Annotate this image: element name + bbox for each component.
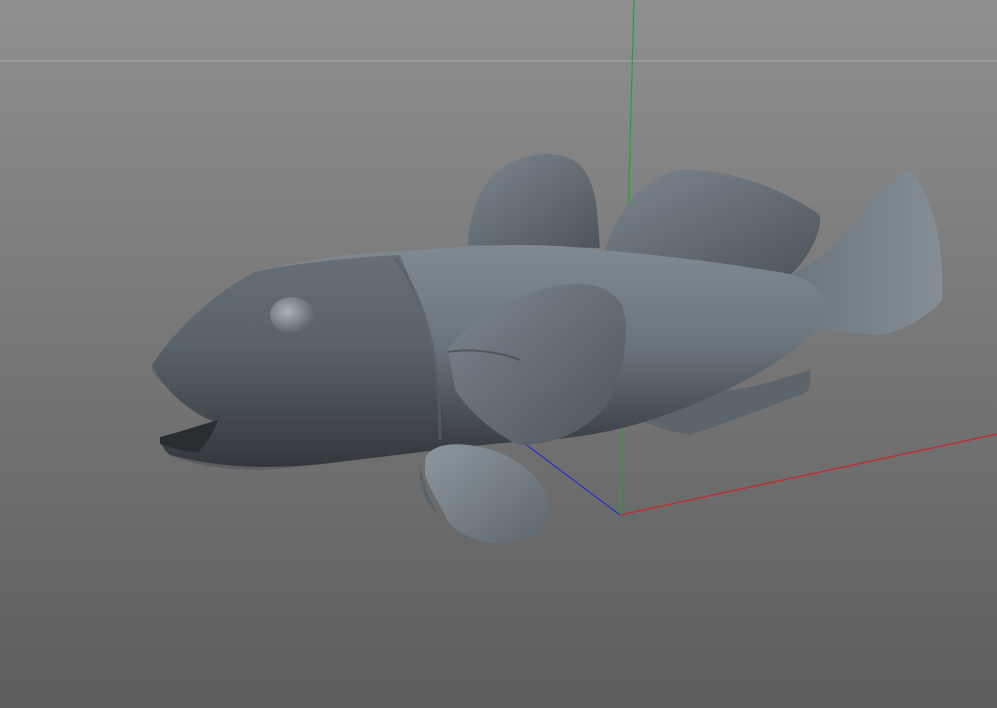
viewport-canvas[interactable] [0,0,997,708]
eye [270,297,314,333]
3d-viewport[interactable] [0,0,997,708]
